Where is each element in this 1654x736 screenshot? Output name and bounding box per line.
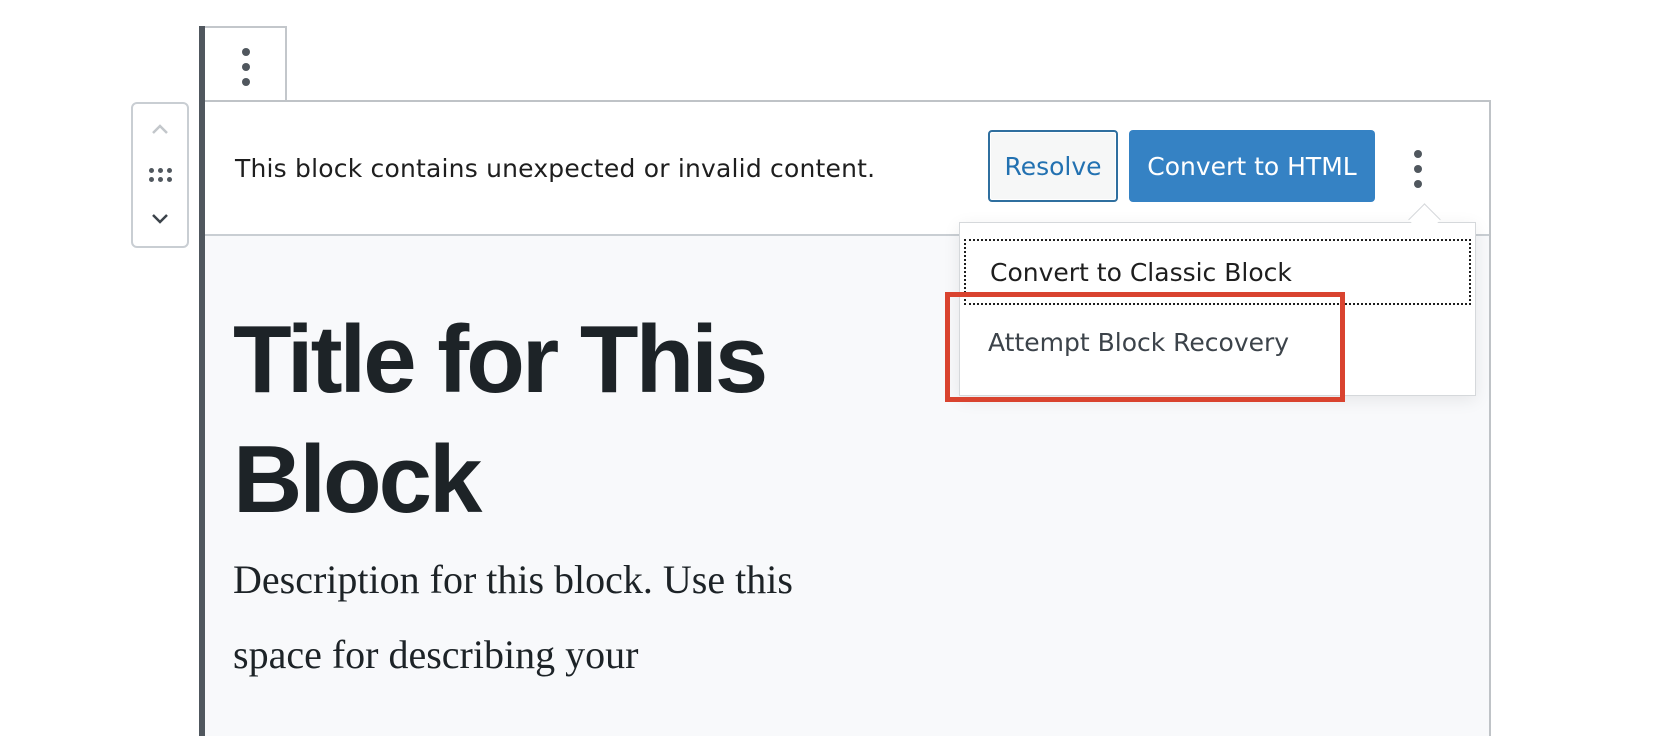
highlight-annotation	[945, 292, 1345, 402]
vertical-ellipsis-icon[interactable]	[242, 48, 250, 86]
block-title: Title for This Block	[233, 306, 768, 533]
drag-handle-icon	[148, 168, 172, 182]
block-toolbar-more-options[interactable]	[205, 26, 287, 102]
resolve-button[interactable]: Resolve	[988, 130, 1118, 202]
drag-handle[interactable]	[133, 160, 187, 190]
chevron-down-icon	[152, 214, 168, 224]
warning-message: This block contains unexpected or invali…	[235, 154, 876, 183]
move-down-button[interactable]	[133, 204, 187, 234]
block-mover	[131, 102, 189, 248]
block-description: Description for this block. Use this spa…	[233, 557, 793, 677]
invalid-block[interactable]: This block contains unexpected or invali…	[205, 100, 1491, 736]
more-options-icon[interactable]	[1414, 150, 1422, 188]
block-warning: This block contains unexpected or invali…	[205, 102, 1489, 236]
chevron-up-icon	[152, 124, 168, 134]
editor-canvas: This block contains unexpected or invali…	[0, 0, 1654, 736]
move-up-button[interactable]	[133, 114, 187, 144]
convert-to-html-button[interactable]: Convert to HTML	[1129, 130, 1375, 202]
